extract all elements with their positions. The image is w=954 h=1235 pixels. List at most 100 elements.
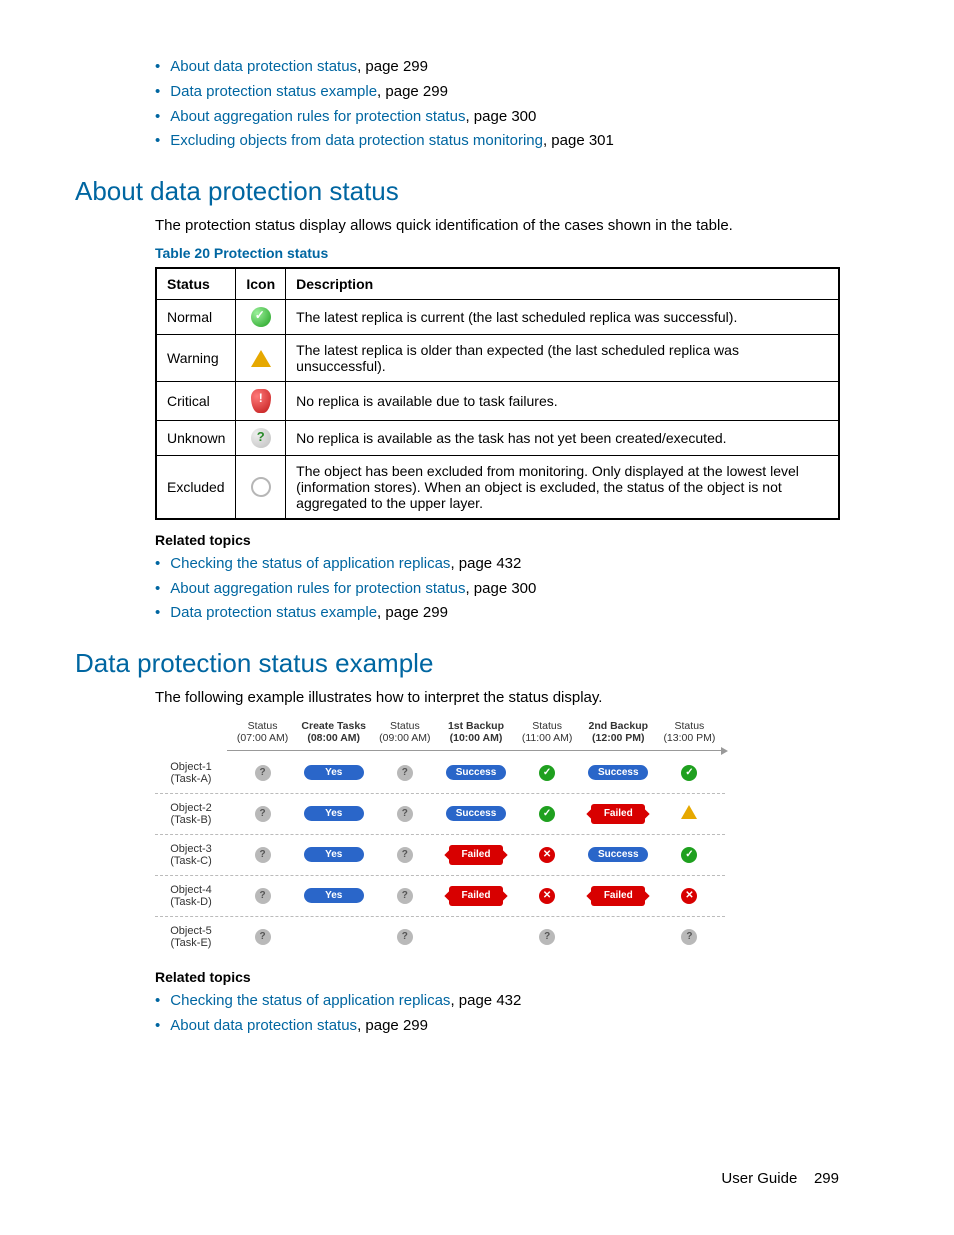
yes-pill: Yes	[304, 806, 364, 821]
td-status: Warning	[156, 334, 236, 381]
yes-pill: Yes	[304, 888, 364, 903]
diagram-header: Status(07:00 AM) Create Tasks(08:00 AM) …	[155, 717, 725, 747]
toc-item: Excluding objects from data protection s…	[155, 129, 839, 154]
section-heading: Data protection status example	[75, 648, 839, 679]
unknown-status-icon: ?	[397, 847, 413, 863]
toc-top: About data protection status, page 299 D…	[75, 55, 839, 154]
page: About data protection status, page 299 D…	[0, 0, 954, 1235]
failed-burst: Failed	[449, 845, 503, 865]
failed-burst: Failed	[449, 886, 503, 906]
td-desc: No replica is available due to task fail…	[286, 381, 839, 420]
toc-item: About data protection status, page 299	[155, 55, 839, 80]
related-topics-list: Checking the status of application repli…	[75, 552, 839, 626]
toc-item: Data protection status example, page 299	[155, 80, 839, 105]
unknown-status-icon: ?	[255, 765, 271, 781]
error-status-icon: ✕	[539, 888, 555, 904]
table-caption: Table 20 Protection status	[155, 245, 839, 261]
warning-status-icon	[681, 805, 697, 819]
yes-pill: Yes	[304, 765, 364, 780]
failed-burst: Failed	[591, 886, 645, 906]
td-status: Normal	[156, 299, 236, 334]
object-label: Object-3(Task-C)	[155, 840, 227, 870]
related-topics-list: Checking the status of application repli…	[75, 989, 839, 1039]
table-header-row: Status Icon Description	[156, 268, 839, 300]
footer-page: 299	[814, 1170, 839, 1187]
timeline-arrow	[227, 750, 725, 751]
unknown-status-icon: ?	[255, 847, 271, 863]
section-intro: The protection status display allows qui…	[155, 215, 839, 237]
ok-status-icon: ✓	[681, 765, 697, 781]
normal-icon	[251, 307, 271, 327]
warning-icon	[251, 350, 271, 367]
diagram-row: Object-2(Task-B)? Yes? Success ✓ Failed	[155, 793, 725, 834]
object-label: Object-1(Task-A)	[155, 758, 227, 788]
unknown-status-icon: ?	[681, 929, 697, 945]
toc-link[interactable]: Data protection status example	[170, 83, 377, 100]
unknown-status-icon: ?	[397, 888, 413, 904]
related-topics-heading: Related topics	[155, 969, 839, 985]
footer-label: User Guide	[721, 1170, 797, 1187]
success-pill: Success	[446, 806, 506, 821]
rt-link[interactable]: About aggregation rules for protection s…	[170, 580, 465, 597]
status-table: Status Icon Description Normal The lates…	[155, 267, 840, 520]
yes-pill: Yes	[304, 847, 364, 862]
unknown-status-icon: ?	[255, 806, 271, 822]
td-status: Unknown	[156, 420, 236, 455]
rt-link[interactable]: Checking the status of application repli…	[170, 992, 450, 1009]
table-row: Warning The latest replica is older than…	[156, 334, 839, 381]
ok-status-icon: ✓	[539, 765, 555, 781]
table-row: Excluded The object has been excluded fr…	[156, 455, 839, 519]
unknown-status-icon: ?	[397, 929, 413, 945]
error-status-icon: ✕	[539, 847, 555, 863]
page-footer: User Guide 299	[721, 1170, 839, 1187]
section-intro: The following example illustrates how to…	[155, 687, 839, 709]
td-status: Excluded	[156, 455, 236, 519]
section-heading: About data protection status	[75, 176, 839, 207]
failed-burst: Failed	[591, 804, 645, 824]
diagram-row: Object-3(Task-C)? Yes? Failed ✕ Success ✓	[155, 834, 725, 875]
td-desc: The latest replica is current (the last …	[286, 299, 839, 334]
rt-item: Checking the status of application repli…	[155, 552, 839, 577]
diagram-row: Object-4(Task-D)? Yes? Failed ✕ Failed ✕	[155, 875, 725, 916]
toc-link[interactable]: About aggregation rules for protection s…	[170, 108, 465, 125]
rt-item: About aggregation rules for protection s…	[155, 577, 839, 602]
rt-link[interactable]: Checking the status of application repli…	[170, 555, 450, 572]
object-label: Object-5(Task-E)	[155, 922, 227, 952]
error-status-icon: ✕	[681, 888, 697, 904]
success-pill: Success	[588, 847, 648, 862]
th-desc: Description	[286, 268, 839, 300]
unknown-status-icon: ?	[255, 929, 271, 945]
ok-status-icon: ✓	[539, 806, 555, 822]
table-row: Critical No replica is available due to …	[156, 381, 839, 420]
diagram-row: Object-5(Task-E)????	[155, 916, 725, 957]
unknown-status-icon: ?	[397, 806, 413, 822]
diagram-row: Object-1(Task-A)? Yes? Success ✓ Success ✓	[155, 753, 725, 793]
table-row: Unknown No replica is available as the t…	[156, 420, 839, 455]
excluded-icon	[251, 477, 271, 497]
rt-link[interactable]: About data protection status	[170, 1017, 357, 1034]
rt-link[interactable]: Data protection status example	[170, 604, 377, 621]
td-desc: No replica is available as the task has …	[286, 420, 839, 455]
object-label: Object-4(Task-D)	[155, 881, 227, 911]
unknown-status-icon: ?	[539, 929, 555, 945]
rt-item: About data protection status, page 299	[155, 1014, 839, 1039]
toc-link[interactable]: About data protection status	[170, 58, 357, 75]
td-desc: The latest replica is older than expecte…	[286, 334, 839, 381]
toc-link[interactable]: Excluding objects from data protection s…	[170, 132, 543, 149]
unknown-status-icon: ?	[255, 888, 271, 904]
td-desc: The object has been excluded from monito…	[286, 455, 839, 519]
related-topics-heading: Related topics	[155, 532, 839, 548]
unknown-status-icon: ?	[397, 765, 413, 781]
success-pill: Success	[446, 765, 506, 780]
ok-status-icon: ✓	[681, 847, 697, 863]
toc-item: About aggregation rules for protection s…	[155, 105, 839, 130]
success-pill: Success	[588, 765, 648, 780]
status-example-diagram: Status(07:00 AM) Create Tasks(08:00 AM) …	[155, 717, 725, 957]
critical-icon	[251, 389, 271, 413]
table-row: Normal The latest replica is current (th…	[156, 299, 839, 334]
rt-item: Data protection status example, page 299	[155, 601, 839, 626]
object-label: Object-2(Task-B)	[155, 799, 227, 829]
th-icon: Icon	[236, 268, 286, 300]
unknown-icon	[251, 428, 271, 448]
td-status: Critical	[156, 381, 236, 420]
